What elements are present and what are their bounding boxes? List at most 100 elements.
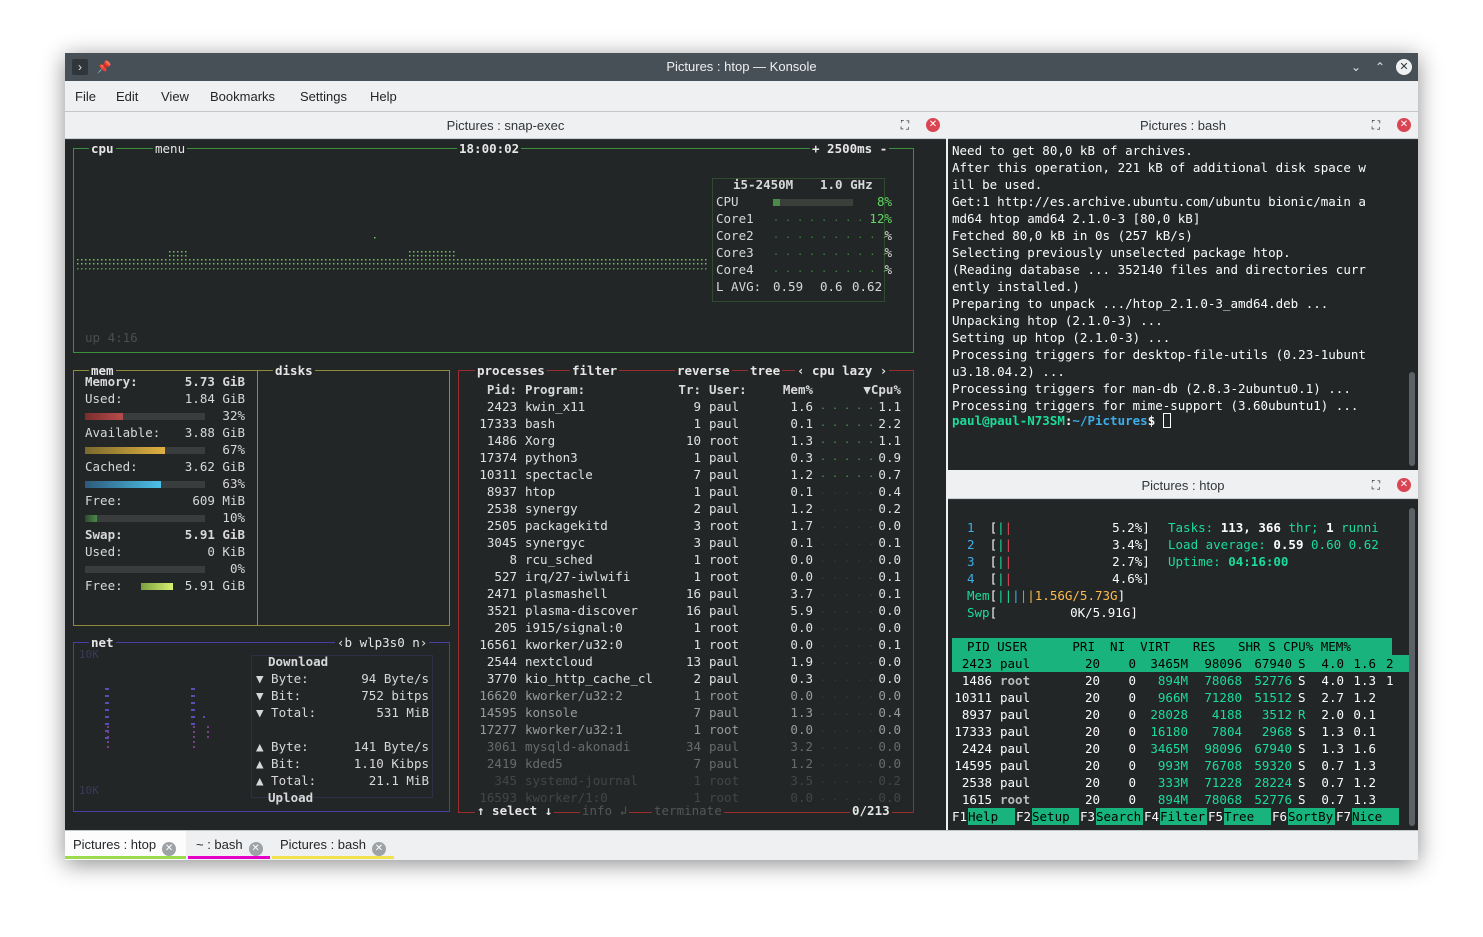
process-row[interactable]: 2544 nextcloud 13 paul 1.9. . . . . 0.0 bbox=[65, 653, 945, 670]
htop-col-user: paul bbox=[1000, 707, 1031, 722]
fkey-help-button[interactable]: Help bbox=[968, 808, 1015, 825]
bash-terminal[interactable]: Need to get 80,0 kB of archives. After th… bbox=[948, 140, 1418, 470]
htop-col-pid: 2538 bbox=[961, 775, 992, 790]
uptime: up 4:16 bbox=[85, 330, 138, 345]
bash-output-line: ill be used. bbox=[952, 177, 1043, 192]
tab-pictures-htop[interactable]: Pictures : htop ✕ bbox=[65, 831, 186, 860]
tab-close-icon[interactable]: ✕ bbox=[162, 842, 177, 856]
disks-label[interactable]: disks bbox=[273, 364, 315, 378]
htop-swp-meter: Swp[0K/5.91G] bbox=[967, 605, 1138, 620]
menu-help[interactable]: Help bbox=[370, 89, 397, 104]
process-row[interactable]: 3521 plasma-discover 16 paul 5.9. . . . . 0.0 bbox=[65, 602, 945, 619]
process-row[interactable]: 527 irq/27-iwlwifi 1 root 0.0. . . . . 0.1 bbox=[65, 568, 945, 585]
htop-process-row[interactable]: 1615 root 20 0 894M 78068 52776 S 0.7 1.3 bbox=[952, 791, 1412, 808]
process-row[interactable]: 3045 synergyc 3 paul 0.1. . . . . 0.1 bbox=[65, 534, 945, 551]
process-row[interactable]: 205 i915/signal:0 1 root 0.0. . . . . 0.0 bbox=[65, 619, 945, 636]
maximize-icon[interactable]: ⌃ bbox=[1372, 59, 1388, 75]
htop-process-row[interactable]: 2538 paul 20 0 333M 71228 28224 S 0.7 1.2 bbox=[952, 774, 1412, 791]
process-row[interactable]: 17333 bash 1 paul 0.1. . . . . 2.2 bbox=[65, 415, 945, 432]
proc-user: root bbox=[709, 518, 740, 533]
htop-col-virt: 894M bbox=[1157, 673, 1188, 688]
process-row[interactable]: 2423 kwin_x11 9 paul 1.6. . . . . 1.1 bbox=[65, 398, 945, 415]
htop-scrollbar[interactable] bbox=[1409, 508, 1415, 826]
select-hint[interactable]: ↑ select ↓ bbox=[475, 804, 555, 818]
process-row[interactable]: 16620 kworker/u32:2 1 root 0.0. . . . . 0.0 bbox=[65, 687, 945, 704]
menu-settings[interactable]: Settings bbox=[300, 89, 347, 104]
sort-selector[interactable]: ‹ cpu lazy › bbox=[795, 364, 890, 378]
htop-col-pid: 17333 bbox=[954, 724, 992, 739]
menu-view[interactable]: View bbox=[161, 89, 189, 104]
minimize-icon[interactable]: ⌄ bbox=[1348, 59, 1364, 75]
fkey-search-button[interactable]: Search bbox=[1096, 808, 1143, 825]
htop-process-row[interactable]: 14595 paul 20 0 993M 76708 59320 S 0.7 1.3 bbox=[952, 757, 1412, 774]
process-row[interactable]: 345 systemd-journal 1 root 3.5. . . . . 0.2 bbox=[65, 772, 945, 789]
process-row[interactable]: 2471 plasmashell 16 paul 3.7. . . . . 0.1 bbox=[65, 585, 945, 602]
bash-output-line: u3.18.04.2) ... bbox=[952, 364, 1065, 379]
close-pane-icon[interactable]: ✕ bbox=[1397, 478, 1411, 492]
proc-program: kded5 bbox=[525, 756, 563, 771]
process-row[interactable]: 2505 packagekitd 3 root 1.7. . . . . 0.0 bbox=[65, 517, 945, 534]
htop-process-row[interactable]: 17333 paul 20 0 16180 7804 2968 S 1.3 0.1 bbox=[952, 723, 1412, 740]
maximize-pane-icon[interactable]: ⛶ bbox=[1369, 118, 1383, 132]
reverse-toggle[interactable]: reverse bbox=[675, 364, 732, 378]
tab-close-icon[interactable]: ✕ bbox=[248, 842, 263, 856]
process-row[interactable]: 3770 kio_http_cache_cl 2 paul 0.3. . . . . 0.… bbox=[65, 670, 945, 687]
maximize-pane-icon[interactable]: ⛶ bbox=[1369, 478, 1383, 492]
htop-process-row[interactable]: 1486 root 20 0 894M 78068 52776 S 4.0 1.3 1 bbox=[952, 672, 1412, 689]
close-pane-icon[interactable]: ✕ bbox=[1397, 118, 1411, 132]
proc-pid: 2544 bbox=[486, 654, 517, 669]
bash-scrollbar[interactable] bbox=[1409, 372, 1415, 466]
fkey-setup-button[interactable]: Setup bbox=[1032, 808, 1079, 825]
process-row[interactable]: 17374 python3 1 paul 0.3. . . . . 0.9 bbox=[65, 449, 945, 466]
close-pane-icon[interactable]: ✕ bbox=[926, 118, 940, 132]
close-window-icon[interactable]: ✕ bbox=[1396, 59, 1412, 75]
maximize-pane-icon[interactable]: ⛶ bbox=[898, 118, 912, 132]
left-pane-header: Pictures : snap-exec ⛶ ✕ bbox=[65, 112, 946, 139]
info-hint[interactable]: info ↲ bbox=[580, 804, 630, 818]
fkey-nice-button[interactable]: Nice bbox=[1352, 808, 1399, 825]
htop-column-header[interactable]: PID USER PRI NI VIRT RES SHR S CPU% MEM% bbox=[952, 638, 1392, 655]
htop-process-row[interactable]: 2423 paul 20 0 3465M 98096 67940 S 4.0 1.6 2 bbox=[952, 655, 1412, 672]
htop-col-state: R bbox=[1298, 707, 1306, 722]
menu-edit[interactable]: Edit bbox=[116, 89, 138, 104]
process-row[interactable]: 8 rcu_sched 1 root 0.0. . . . . 0.0 bbox=[65, 551, 945, 568]
menu-bookmarks[interactable]: Bookmarks bbox=[210, 89, 275, 104]
proc-threads: 2 bbox=[693, 671, 701, 686]
proc-threads: 1 bbox=[693, 552, 701, 567]
menu-file[interactable]: File bbox=[75, 89, 96, 104]
process-row[interactable]: 16561 kworker/u32:0 1 root 0.0. . . . . 0.1 bbox=[65, 636, 945, 653]
cpu-num: 2 bbox=[967, 537, 975, 552]
process-row[interactable]: 14595 konsole 7 paul 1.3. . . . . 0.4 bbox=[65, 704, 945, 721]
prompt-symbol: $ bbox=[1147, 413, 1163, 428]
proc-pid: 345 bbox=[494, 773, 517, 788]
process-row[interactable]: 2538 synergy 2 paul 1.2. . . . . 0.2 bbox=[65, 500, 945, 517]
filter-label[interactable]: filter bbox=[570, 364, 620, 378]
bpytop-terminal[interactable]: cpu menu 18:00:02 + 2500ms - i5-2450M 1.… bbox=[65, 140, 946, 830]
fkey-filter-button[interactable]: Filter bbox=[1160, 808, 1207, 825]
htop-col-cpu: 0.7 bbox=[1321, 775, 1344, 790]
tree-toggle[interactable]: tree bbox=[748, 364, 783, 378]
update-speed[interactable]: + 2500ms - bbox=[810, 142, 890, 156]
terminate-hint[interactable]: terminate bbox=[652, 804, 724, 818]
cpu-box-label[interactable]: cpu bbox=[89, 142, 116, 156]
tab-home-bash[interactable]: ~ : bash ✕ bbox=[188, 831, 270, 860]
htop-process-row[interactable]: 2424 paul 20 0 3465M 98096 67940 S 1.3 1.6 bbox=[952, 740, 1412, 757]
process-row[interactable]: 1486 Xorg 10 root 1.3. . . . . 1.1 bbox=[65, 432, 945, 449]
process-row[interactable]: 2419 kded5 7 paul 1.2. . . . . 0.0 bbox=[65, 755, 945, 772]
fkey-tree-button[interactable]: Tree bbox=[1224, 808, 1271, 825]
htop-process-row[interactable]: 10311 paul 20 0 966M 71280 51512 S 2.7 1.2 bbox=[952, 689, 1412, 706]
proc-pid: 17374 bbox=[479, 450, 517, 465]
process-row[interactable]: 3061 mysqld-akonadi 34 paul 3.2. . . . . 0.0 bbox=[65, 738, 945, 755]
process-row[interactable]: 10311 spectacle 7 paul 1.2. . . . . 0.7 bbox=[65, 466, 945, 483]
htop-col-virt: 894M bbox=[1157, 792, 1188, 807]
tab-close-icon[interactable]: ✕ bbox=[372, 842, 386, 856]
htop-terminal[interactable]: 1 [|| 5.2%] 2 [|| 3.4%] 3 [|| 2.7%] 4 [|| 4.6%]… bbox=[948, 500, 1418, 830]
tab-pictures-bash[interactable]: Pictures : bash ✕ bbox=[272, 831, 394, 860]
process-row[interactable]: 17277 kworker/u32:1 1 root 0.0. . . . . 0.0 bbox=[65, 721, 945, 738]
fkey-sortby-button[interactable]: SortBy bbox=[1288, 808, 1335, 825]
htop-col-mem: 0.1 bbox=[1353, 707, 1376, 722]
htop-process-row[interactable]: 8937 paul 20 0 28028 4188 3512 R 2.0 0.1 bbox=[952, 706, 1412, 723]
menu-label[interactable]: menu bbox=[153, 142, 188, 156]
process-row[interactable]: 8937 htop 1 paul 0.1. . . . . 0.4 bbox=[65, 483, 945, 500]
proc-box-label[interactable]: processes bbox=[475, 364, 547, 378]
